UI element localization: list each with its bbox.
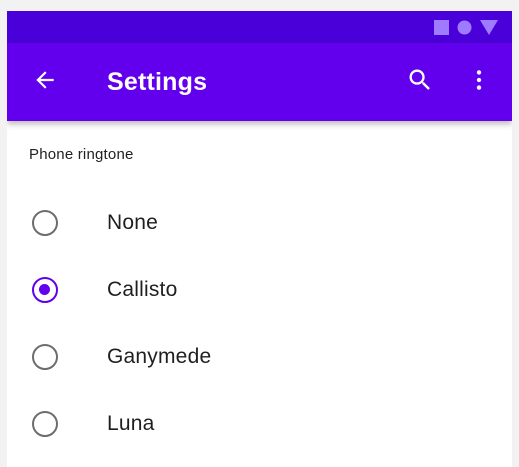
square-icon [434,19,449,35]
app-bar: Settings [7,43,512,121]
arrow-back-icon [32,67,58,98]
radio-button[interactable] [32,210,58,236]
radio-option-luna[interactable]: Luna [7,393,512,453]
radio-label: Ganymede [107,345,212,368]
radio-label: Callisto [107,278,178,301]
radio-button[interactable] [32,344,58,370]
more-options-button[interactable] [459,62,499,102]
triangle-icon [480,19,498,35]
radio-option-callisto[interactable]: Callisto [7,259,512,319]
radio-button-selected[interactable] [32,277,58,303]
section-header-phone-ringtone: Phone ringtone [29,146,134,163]
radio-selected-dot [39,284,50,295]
radio-option-ganymede[interactable]: Ganymede [7,326,512,386]
radio-label: Luna [107,412,155,435]
radio-button[interactable] [32,411,58,437]
back-button[interactable] [25,62,65,102]
search-icon [406,66,434,99]
device-screen: Settings Phone ringtone None Callisto Ga… [7,11,512,467]
circle-icon [457,20,472,35]
more-vert-icon [466,67,492,98]
radio-label: None [107,211,159,234]
radio-option-none[interactable]: None [7,192,512,252]
status-bar [7,11,512,43]
search-button[interactable] [400,62,440,102]
status-icons [434,19,498,35]
page-title: Settings [107,68,208,96]
